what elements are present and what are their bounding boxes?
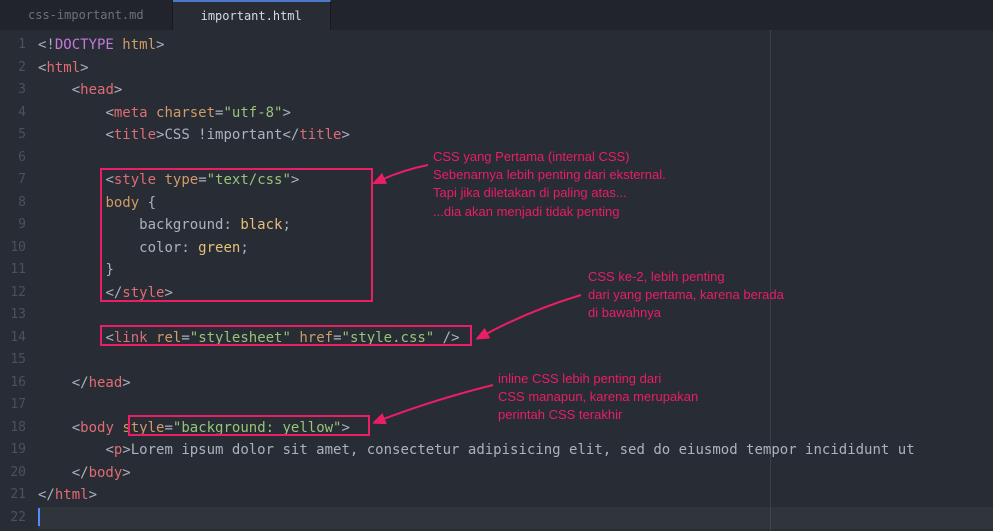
code-line bbox=[38, 394, 993, 417]
tab-label: css-important.md bbox=[28, 8, 144, 22]
code-line: <title>CSS !important</title> bbox=[38, 124, 993, 147]
editor[interactable]: 1 2 3 4 5 6 7 8 9 10 11 12 13 14 15 16 1… bbox=[0, 30, 993, 531]
code-line: <body style="background: yellow"> bbox=[38, 417, 993, 440]
tab-bar: css-important.md important.html bbox=[0, 0, 993, 30]
line-number: 3 bbox=[0, 79, 38, 102]
line-number: 21 bbox=[0, 484, 38, 507]
line-number: 17 bbox=[0, 394, 38, 417]
line-number: 2 bbox=[0, 57, 38, 80]
code-line: </html> bbox=[38, 484, 993, 507]
line-number: 18 bbox=[0, 417, 38, 440]
code-line: background: black; bbox=[38, 214, 993, 237]
code-line: <html> bbox=[38, 57, 993, 80]
line-number: 9 bbox=[0, 214, 38, 237]
cursor bbox=[38, 508, 40, 526]
line-number: 13 bbox=[0, 304, 38, 327]
line-number: 6 bbox=[0, 147, 38, 170]
code-line: body { bbox=[38, 192, 993, 215]
tab-important-html[interactable]: important.html bbox=[173, 0, 331, 30]
line-number: 14 bbox=[0, 327, 38, 350]
code-line: <link rel="stylesheet" href="style.css" … bbox=[38, 327, 993, 350]
gutter: 1 2 3 4 5 6 7 8 9 10 11 12 13 14 15 16 1… bbox=[0, 30, 38, 531]
tab-label: important.html bbox=[201, 9, 302, 23]
code-line: <!DOCTYPE html> bbox=[38, 34, 993, 57]
code-line: <p>Lorem ipsum dolor sit amet, consectet… bbox=[38, 439, 993, 462]
code-line: <meta charset="utf-8"> bbox=[38, 102, 993, 125]
line-number: 16 bbox=[0, 372, 38, 395]
code-line: <style type="text/css"> bbox=[38, 169, 993, 192]
code-line: </head> bbox=[38, 372, 993, 395]
code-line bbox=[38, 507, 993, 530]
code-area[interactable]: <!DOCTYPE html> <html> <head> <meta char… bbox=[38, 30, 993, 531]
line-number: 11 bbox=[0, 259, 38, 282]
code-line bbox=[38, 349, 993, 372]
line-number: 8 bbox=[0, 192, 38, 215]
code-line bbox=[38, 147, 993, 170]
code-line: } bbox=[38, 259, 993, 282]
code-line: <head> bbox=[38, 79, 993, 102]
code-line bbox=[38, 304, 993, 327]
line-number: 7 bbox=[0, 169, 38, 192]
line-number: 20 bbox=[0, 462, 38, 485]
line-number: 10 bbox=[0, 237, 38, 260]
line-number: 15 bbox=[0, 349, 38, 372]
line-number: 12 bbox=[0, 282, 38, 305]
line-number: 22 bbox=[0, 507, 38, 530]
code-line: color: green; bbox=[38, 237, 993, 260]
tab-css-important-md[interactable]: css-important.md bbox=[0, 0, 173, 30]
line-number: 19 bbox=[0, 439, 38, 462]
code-line: </body> bbox=[38, 462, 993, 485]
line-number: 1 bbox=[0, 34, 38, 57]
code-line: </style> bbox=[38, 282, 993, 305]
line-number: 5 bbox=[0, 124, 38, 147]
line-number: 4 bbox=[0, 102, 38, 125]
